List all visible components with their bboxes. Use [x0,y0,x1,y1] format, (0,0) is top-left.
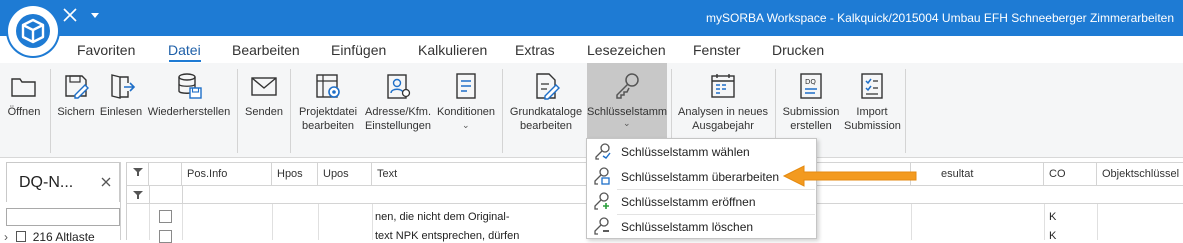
menu-fenster[interactable]: Fenster [693,42,740,58]
catalog-edit-icon [536,73,560,100]
tree-row[interactable]: › 216 Altlaste [4,230,121,242]
menu-favoriten[interactable]: Favoriten [77,42,135,58]
column-header-co[interactable]: CO [1044,163,1097,186]
send-label: Senden [245,106,283,118]
address-settings-button[interactable]: Adresse/Kfm. Einstellungen [362,63,434,158]
menu-extras[interactable]: Extras [515,42,555,58]
column-header-objektschluessel[interactable]: Objektschlüssel [1097,163,1183,186]
conditions-label: Konditionen [436,106,496,118]
panel-tab[interactable]: DQ-N... [6,162,120,202]
address-settings-icon [387,74,411,99]
cube-logo-icon [16,14,50,48]
menu-bar: Favoriten Datei Bearbeiten Einfügen Kalk… [0,36,1183,63]
title-bar: mySORBA Workspace - Kalkquick/2015004 Um… [0,0,1183,56]
ribbon-separator [50,69,51,153]
column-header-pos-info[interactable]: Pos.Info [182,163,272,186]
chevron-right-icon[interactable]: › [4,230,8,242]
window-title: mySORBA Workspace - Kalkquick/2015004 Um… [706,11,1174,25]
chevron-down-icon: ⌄ [623,118,631,128]
select-column-header[interactable] [149,163,182,186]
restore-button[interactable]: Wiederherstellen [147,63,231,158]
row-text: text NPK entsprechen, dürfen [375,230,520,242]
open-label: Öffnen [7,106,41,118]
document-icon [16,231,27,242]
database-restore-icon [178,73,202,99]
import-submission-label: Import Submission [844,106,901,132]
key-delete-icon [594,217,609,235]
key-select-icon [595,143,611,160]
filter-icon[interactable] [127,163,149,186]
close-icon[interactable] [101,177,111,187]
save-button[interactable]: Sichern [56,63,96,158]
base-catalogs-button[interactable]: Grundkataloge bearbeiten [508,63,584,158]
mail-icon [251,77,277,96]
project-file-edit-button[interactable]: Projektdatei bearbeiten [296,63,360,158]
key-edit-icon [594,167,610,185]
panel-search-input[interactable] [6,208,120,226]
import-icon [111,74,136,99]
conditions-icon [456,73,476,99]
menu-item-key-select[interactable]: Schlüsselstamm wählen [587,139,816,164]
key-icon [616,73,639,99]
ribbon-separator [290,69,291,153]
ribbon-separator [905,69,906,153]
quick-access-dropdown-icon[interactable] [90,12,100,20]
project-settings-icon [316,74,340,98]
row-co: K [1049,230,1057,242]
close-icon[interactable] [62,7,78,23]
menu-item-label: Schlüsselstamm löschen [621,220,754,234]
column-header-upos[interactable]: Upos [318,163,372,186]
menu-einfuegen[interactable]: Einfügen [331,42,386,58]
conditions-button[interactable]: Konditionen ⌄ [436,63,496,158]
menu-item-key-open[interactable]: Schlüsselstamm eröffnen [587,189,816,214]
folder-open-icon [11,78,36,97]
active-menu-indicator [169,60,201,62]
chevron-down-icon: ⌄ [462,120,470,130]
panel-title: DQ-N... [19,174,74,191]
address-settings-label: Adresse/Kfm. Einstellungen [364,106,432,132]
row-co: K [1049,211,1057,223]
menu-kalkulieren[interactable]: Kalkulieren [418,42,487,58]
submission-create-icon: DQ [800,73,822,99]
submission-import-icon [861,73,883,99]
menu-bearbeiten[interactable]: Bearbeiten [232,42,300,58]
menu-drucken[interactable]: Drucken [772,42,824,58]
base-catalogs-label: Grundkataloge bearbeiten [509,106,583,132]
menu-lesezeichen[interactable]: Lesezeichen [587,42,666,58]
key-master-label: Schlüsselstamm [587,106,668,118]
save-edit-icon [65,75,89,99]
ribbon-separator [237,69,238,153]
ribbon-separator [502,69,503,153]
key-master-dropdown: Schlüsselstamm wählen Schlüsselstamm übe… [586,138,817,239]
analyses-new-year-label: Analysen in neues Ausgabejahr [678,106,768,132]
import-label: Einlesen [99,106,143,118]
column-header-hpos[interactable]: Hpos [272,163,318,186]
menu-item-label: Schlüsselstamm wählen [621,145,750,159]
save-label: Sichern [57,106,95,118]
restore-label: Wiederherstellen [147,106,231,118]
import-submission-button[interactable]: Import Submission [844,63,901,158]
row-text: nen, die nicht dem Original- [375,211,510,223]
menu-item-key-delete[interactable]: Schlüsselstamm löschen [587,214,816,239]
calendar-analysis-icon [711,74,735,98]
send-button[interactable]: Senden [243,63,285,158]
project-file-edit-label: Projektdatei bearbeiten [298,106,358,132]
menu-item-label: Schlüsselstamm überarbeiten [621,170,780,184]
annotation-arrow [782,165,917,187]
create-submission-label: Submission erstellen [782,106,840,132]
svg-text:DQ: DQ [805,78,816,86]
filter-icon[interactable] [133,190,143,200]
open-button[interactable]: Öffnen [2,63,46,158]
menu-datei[interactable]: Datei [168,42,201,58]
row-checkbox[interactable] [159,210,172,223]
row-checkbox[interactable] [159,230,172,243]
key-add-icon [594,192,609,210]
app-logo[interactable] [8,6,58,56]
column-header-resultat[interactable]: esultat [911,163,1044,186]
import-button[interactable]: Einlesen [99,63,143,158]
menu-item-label: Schlüsselstamm eröffnen [621,195,756,209]
tree-row-label: 216 Altlaste [32,230,95,242]
left-panel: DQ-N... › 216 Altlaste [0,162,121,242]
